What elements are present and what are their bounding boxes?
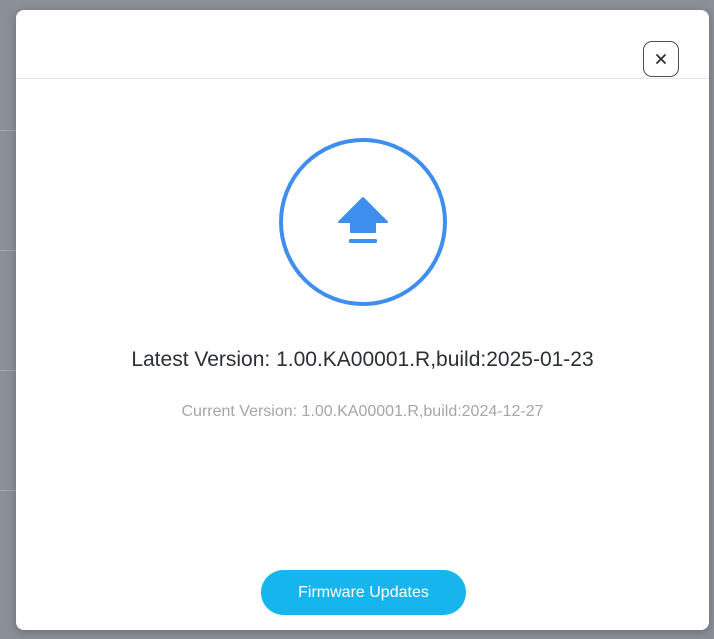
backdrop-divider bbox=[0, 130, 16, 131]
firmware-updates-button[interactable]: Firmware Updates bbox=[261, 570, 466, 615]
close-icon bbox=[656, 54, 666, 64]
backdrop-divider bbox=[0, 250, 16, 251]
backdrop-divider bbox=[0, 490, 16, 491]
backdrop-divider bbox=[0, 370, 16, 371]
upload-arrow-icon bbox=[338, 197, 388, 243]
close-button[interactable] bbox=[643, 41, 679, 77]
current-version-text: Current Version: 1.00.KA00001.R,build:20… bbox=[181, 403, 544, 420]
dialog-header bbox=[16, 10, 709, 79]
upload-circle bbox=[279, 138, 447, 306]
latest-version-text: Latest Version: 1.00.KA00001.R,build:202… bbox=[131, 348, 594, 371]
firmware-update-dialog: Latest Version: 1.00.KA00001.R,build:202… bbox=[16, 10, 709, 630]
